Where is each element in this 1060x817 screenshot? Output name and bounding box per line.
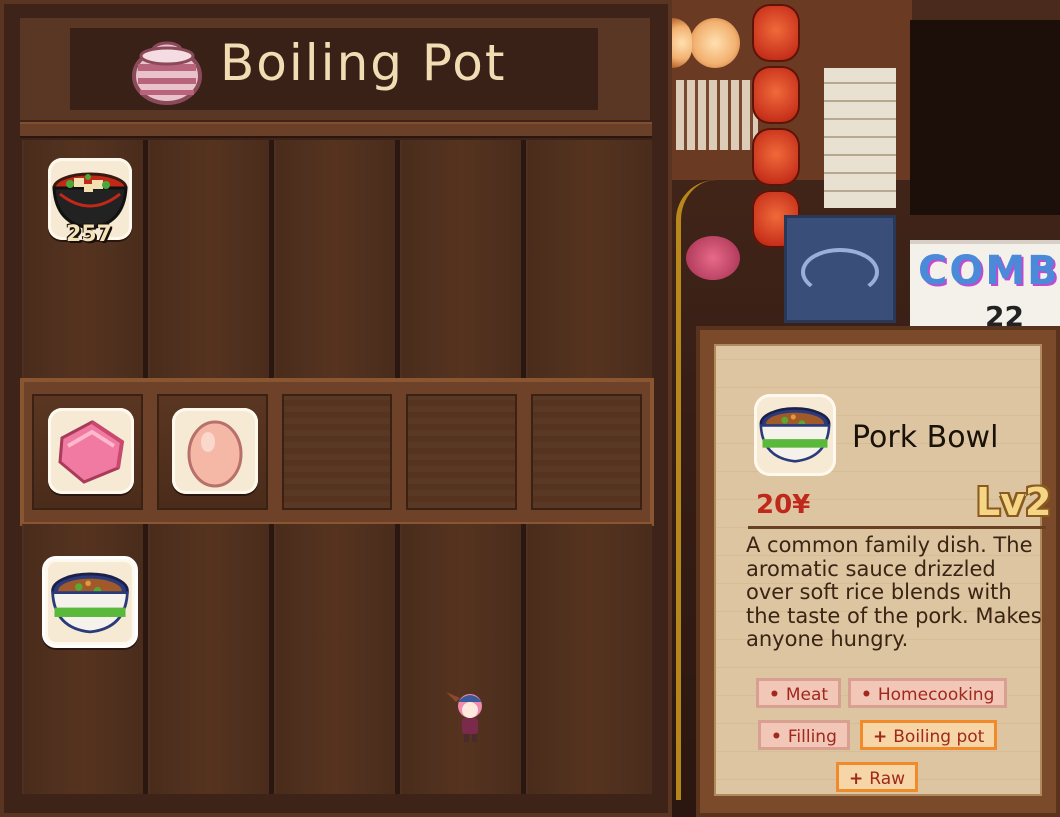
meat-icon	[58, 420, 125, 484]
background-pot-icon	[686, 236, 740, 280]
pork-bowl-icon	[51, 572, 129, 634]
tag-mark: •	[861, 685, 872, 705]
tag-raw[interactable]: + Raw	[836, 762, 919, 792]
boiling-pot-icon	[132, 41, 202, 105]
tag-mark: •	[771, 727, 782, 747]
tag-meat[interactable]: • Meat	[756, 678, 842, 708]
ingredient-slot[interactable]	[531, 394, 642, 510]
lantern-icon	[752, 4, 800, 62]
detail-divider	[748, 526, 1046, 529]
background-sign-text: COMBO	[918, 248, 1060, 294]
tag-label: Filling	[787, 727, 837, 747]
tag-label: Raw	[869, 769, 906, 789]
egg-item[interactable]	[172, 408, 258, 494]
slot[interactable]	[526, 140, 652, 380]
tag-mark: +	[849, 769, 864, 789]
lamp-icon	[690, 18, 740, 68]
slot[interactable]	[274, 524, 400, 794]
tag-label: Homecooking	[877, 685, 995, 705]
slot[interactable]	[400, 140, 526, 380]
tag-mark: •	[769, 685, 780, 705]
slot[interactable]	[526, 524, 652, 794]
item-count: 257	[66, 222, 112, 247]
page-title: Boiling Pot	[220, 34, 507, 92]
tag-filling[interactable]: • Filling	[758, 720, 850, 750]
tag-boiling-pot[interactable]: + Boiling pot	[860, 720, 998, 750]
background-doorway	[910, 20, 1060, 215]
tag-label: Boiling pot	[893, 727, 985, 747]
lantern-icon	[752, 66, 800, 124]
egg-icon	[187, 420, 243, 488]
background-lattice	[676, 80, 758, 150]
item-detail-panel: Pork Bowl 20¥ Lv2 A common family dish. …	[696, 326, 1060, 817]
slot[interactable]	[148, 524, 274, 794]
chef-character-sprite[interactable]	[444, 686, 488, 744]
detail-item-level: Lv2	[976, 480, 1052, 524]
shelf-rail	[20, 122, 652, 138]
pork-bowl-icon	[759, 407, 831, 463]
slot[interactable]	[148, 140, 274, 380]
pork-bowl-item[interactable]	[42, 556, 138, 648]
tag-mark: +	[873, 727, 888, 747]
ingredient-slot[interactable]	[406, 394, 518, 510]
tag-homecooking[interactable]: • Homecooking	[848, 678, 1008, 708]
detail-item-price: 20¥	[756, 490, 811, 520]
lantern-icon	[752, 128, 800, 186]
detail-item-image	[754, 394, 836, 476]
detail-item-description: A common family dish. The aromatic sauce…	[746, 533, 1042, 651]
meat-item[interactable]	[48, 408, 134, 494]
background-window	[824, 68, 896, 208]
ingredient-slot[interactable]	[281, 394, 393, 510]
slot[interactable]	[274, 140, 400, 380]
slot[interactable]	[400, 524, 526, 794]
detail-item-name: Pork Bowl	[852, 420, 999, 455]
detail-card: Pork Bowl 20¥ Lv2 A common family dish. …	[714, 344, 1051, 796]
tag-label: Meat	[785, 685, 829, 705]
background-banner	[784, 215, 896, 323]
